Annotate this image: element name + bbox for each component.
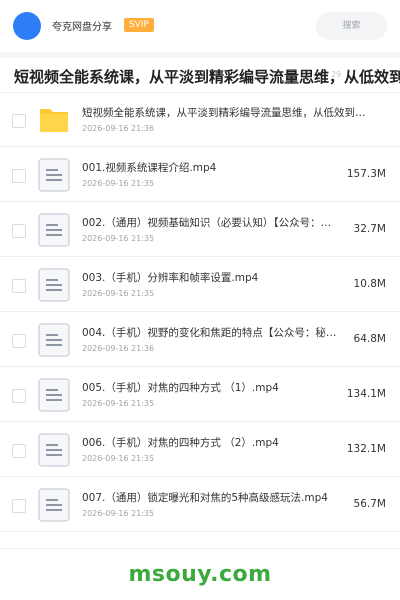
- folder-icon: [38, 103, 70, 137]
- file-row[interactable]: 007.（通用）锁定曝光和对焦的5种高级感玩法.mp4 2026-09-16 21…: [0, 478, 400, 532]
- file-size: 56.7M: [353, 498, 386, 510]
- row-checkbox[interactable]: [12, 388, 26, 403]
- file-date: 2026-09-16 21:35: [82, 454, 155, 463]
- row-checkbox[interactable]: [12, 278, 26, 293]
- row-checkbox[interactable]: [12, 223, 26, 238]
- file-row[interactable]: 003.（手机）分辨率和帧率设置.mp4 2026-09-16 21:35 10.8…: [0, 258, 400, 312]
- row-checkbox[interactable]: [12, 498, 26, 513]
- file-doc-icon: [38, 377, 70, 412]
- file-date: 2026-09-16 21:35: [82, 289, 155, 298]
- row-checkbox[interactable]: [12, 113, 26, 128]
- file-doc-icon: [38, 322, 70, 357]
- file-date: 2026-09-16 21:35: [82, 509, 155, 518]
- file-row[interactable]: 002.（通用）视频基础知识（必要认知）【公众号：秘密基地】.mp4 2026-0…: [0, 203, 400, 257]
- share-owner-name: 夸克网盘分享: [52, 22, 112, 33]
- file-size: 32.7M: [353, 223, 386, 235]
- file-doc-icon: [38, 212, 70, 247]
- page-title: 短视频全能系统课，从平淡到精彩编导流量思维，从低效到: [14, 68, 400, 86]
- file-size: 134.1M: [346, 388, 386, 400]
- file-size: 132.1M: [346, 443, 386, 455]
- share-header: 夸克网盘分享 SVIP 搜索: [0, 0, 400, 52]
- watermark: msouy.com: [128, 562, 272, 587]
- row-checkbox[interactable]: [12, 168, 26, 183]
- file-name[interactable]: 004.（手机）视野的变化和焦距的特点【公众号：秘密基地】.mp4: [82, 325, 340, 340]
- title-bar: 29 短视频全能系统课，从平淡到精彩编导流量思维，从低效到: [0, 58, 400, 93]
- file-date: 2026-09-16 21:36: [82, 124, 155, 133]
- file-date: 2026-09-16 21:35: [82, 179, 155, 188]
- svip-badge: SVIP: [124, 18, 154, 32]
- file-doc-icon: [38, 157, 70, 192]
- row-checkbox[interactable]: [12, 333, 26, 348]
- file-row[interactable]: 001.视频系统课程介绍.mp4 2026-09-16 21:35 157.3M: [0, 148, 400, 202]
- file-row[interactable]: 006.（手机）对焦的四种方式 （2）.mp4 2026-09-16 21:35 1…: [0, 423, 400, 477]
- file-date: 2026-09-16 21:36: [82, 344, 155, 353]
- file-name[interactable]: 001.视频系统课程介绍.mp4: [82, 160, 340, 175]
- file-date: 2026-09-16 21:35: [82, 399, 155, 408]
- avatar[interactable]: [13, 12, 41, 40]
- file-name[interactable]: 003.（手机）分辨率和帧率设置.mp4: [82, 270, 340, 285]
- file-doc-icon: [38, 432, 70, 467]
- file-row[interactable]: 短视频全能系统课，从平淡到精彩编导流量思维，从低效到高效拍摄剪辑 2026-09-…: [0, 93, 400, 147]
- search-input[interactable]: 搜索: [316, 12, 387, 40]
- file-size: 157.3M: [346, 168, 386, 180]
- file-name[interactable]: 007.（通用）锁定曝光和对焦的5种高级感玩法.mp4: [82, 490, 340, 505]
- file-list: 短视频全能系统课，从平淡到精彩编导流量思维，从低效到高效拍摄剪辑 2026-09-…: [0, 93, 400, 532]
- file-doc-icon: [38, 267, 70, 302]
- file-size: 10.8M: [353, 278, 386, 290]
- list-bottom-divider: [0, 548, 400, 549]
- file-size: 64.8M: [353, 333, 386, 345]
- file-name[interactable]: 002.（通用）视频基础知识（必要认知）【公众号：秘密基地】.mp4: [82, 215, 340, 230]
- file-row[interactable]: 004.（手机）视野的变化和焦距的特点【公众号：秘密基地】.mp4 2026-09…: [0, 313, 400, 367]
- file-doc-icon: [38, 487, 70, 522]
- row-checkbox[interactable]: [12, 443, 26, 458]
- file-name[interactable]: 005.（手机）对焦的四种方式 （1）.mp4: [82, 380, 340, 395]
- file-date: 2026-09-16 21:35: [82, 234, 155, 243]
- file-name[interactable]: 短视频全能系统课，从平淡到精彩编导流量思维，从低效到高效拍摄剪辑: [82, 105, 370, 120]
- file-row[interactable]: 005.（手机）对焦的四种方式 （1）.mp4 2026-09-16 21:35 1…: [0, 368, 400, 422]
- file-name[interactable]: 006.（手机）对焦的四种方式 （2）.mp4: [82, 435, 340, 450]
